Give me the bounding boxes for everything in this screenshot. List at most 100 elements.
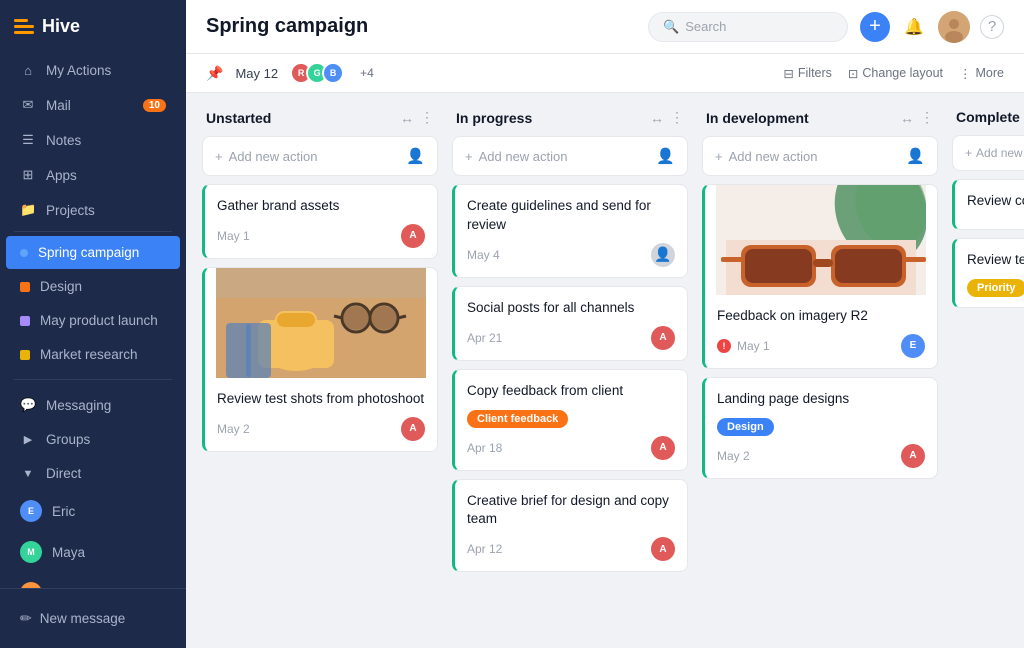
card-avatar: A bbox=[901, 444, 925, 468]
add-icon: + bbox=[465, 149, 473, 164]
notifications-button[interactable]: 🔔 bbox=[900, 13, 928, 41]
add-icon: + bbox=[215, 149, 223, 164]
card-title: Social posts for all channels bbox=[467, 299, 675, 318]
sidebar-item-label: Groups bbox=[46, 432, 90, 447]
sidebar-item-spring-campaign[interactable]: Spring campaign bbox=[6, 236, 180, 269]
card-title: Creative brief for design and copy team bbox=[467, 492, 675, 530]
new-message-button[interactable]: ✏ New message bbox=[8, 601, 178, 636]
card-title: Gather brand assets bbox=[217, 197, 425, 216]
sidebar-item-market-research[interactable]: Market research bbox=[6, 338, 180, 371]
filters-button[interactable]: ⊟ Filters bbox=[783, 66, 832, 81]
new-message-label: New message bbox=[40, 611, 126, 626]
card-body: Creative brief for design and copy team … bbox=[455, 480, 687, 572]
card-date: May 2 bbox=[717, 449, 750, 463]
column-header: Unstarted ↔ ⋮ bbox=[202, 109, 438, 136]
add-action-label: Add new action bbox=[729, 149, 818, 164]
column-complete: Complete + Add new a... Review co... Rev… bbox=[952, 109, 1024, 632]
card-copy-feedback[interactable]: Copy feedback from client Client feedbac… bbox=[452, 369, 688, 471]
sidebar-item-label: My Actions bbox=[46, 63, 111, 78]
sidebar-item-jonathan[interactable]: J Jonathan bbox=[6, 573, 180, 588]
mail-icon: ✉ bbox=[20, 97, 36, 113]
add-action-button[interactable]: + Add new action 👤 bbox=[452, 136, 688, 176]
card-footer: May 1 A bbox=[217, 224, 425, 248]
sidebar-item-projects[interactable]: 📁 Projects bbox=[6, 193, 180, 227]
subbar-actions: ⊟ Filters ⊡ Change layout ⋮ More bbox=[783, 66, 1004, 81]
collaborator-avatar: B bbox=[322, 62, 344, 84]
priority-badge: Priority bbox=[967, 279, 1024, 297]
search-box[interactable]: 🔍 Search bbox=[648, 12, 848, 42]
sidebar-item-label: Maya bbox=[52, 545, 85, 560]
search-icon: 🔍 bbox=[663, 19, 679, 35]
card-creative-brief[interactable]: Creative brief for design and copy team … bbox=[452, 479, 688, 573]
card-review-co[interactable]: Review co... bbox=[952, 179, 1024, 230]
add-icon: + bbox=[715, 149, 723, 164]
card-title: Feedback on imagery R2 bbox=[717, 307, 925, 326]
subbar: 📌 May 12 R G B +4 ⊟ Filters ⊡ Change lay… bbox=[186, 54, 1024, 93]
add-action-button[interactable]: + Add new a... bbox=[952, 135, 1024, 171]
more-button[interactable]: ⋮ More bbox=[959, 66, 1004, 81]
column-menu-icon[interactable]: ⋮ bbox=[670, 109, 684, 126]
expand-icon[interactable]: ↔ bbox=[400, 110, 414, 126]
add-action-button[interactable]: + Add new action 👤 bbox=[202, 136, 438, 176]
column-header: In development ↔ ⋮ bbox=[702, 109, 938, 136]
card-body: Social posts for all channels Apr 21 A bbox=[455, 287, 687, 360]
sidebar-item-messaging[interactable]: 💬 Messaging bbox=[6, 388, 180, 422]
add-button[interactable]: + bbox=[860, 12, 890, 42]
expand-icon[interactable]: ↔ bbox=[900, 110, 914, 126]
card-feedback-imagery[interactable]: Feedback on imagery R2 ! May 1 E bbox=[702, 184, 938, 369]
sidebar-bottom: ✏ New message bbox=[0, 588, 186, 648]
column-menu-icon[interactable]: ⋮ bbox=[420, 109, 434, 126]
sidebar-item-maya[interactable]: M Maya bbox=[6, 532, 180, 572]
expand-icon[interactable]: ↔ bbox=[650, 110, 664, 126]
user-avatar[interactable] bbox=[938, 11, 970, 43]
add-action-label: Add new action bbox=[229, 149, 318, 164]
change-layout-button[interactable]: ⊡ Change layout bbox=[848, 66, 943, 81]
help-button[interactable]: ? bbox=[980, 15, 1004, 39]
add-icon: + bbox=[965, 146, 972, 160]
sidebar-item-direct[interactable]: ▼ Direct bbox=[6, 457, 180, 490]
topbar-actions: + 🔔 ? bbox=[860, 11, 1004, 43]
card-date: May 1 bbox=[737, 339, 770, 353]
avatar-image bbox=[938, 11, 970, 43]
card-landing-page[interactable]: Landing page designs Design May 2 A bbox=[702, 377, 938, 479]
sidebar-item-label: Projects bbox=[46, 203, 95, 218]
card-date: Apr 21 bbox=[467, 331, 502, 345]
sidebar-item-label: Direct bbox=[46, 466, 81, 481]
sidebar-item-may-product-launch[interactable]: May product launch bbox=[6, 304, 180, 337]
sidebar-item-my-actions[interactable]: ⌂ My Actions bbox=[6, 54, 180, 87]
avatar-jonathan: J bbox=[20, 582, 42, 588]
sidebar-item-design[interactable]: Design bbox=[6, 270, 180, 303]
sunglasses-image bbox=[716, 185, 926, 295]
column-menu-icon[interactable]: ⋮ bbox=[920, 109, 934, 126]
person-icon: 👤 bbox=[406, 147, 425, 165]
filters-label: Filters bbox=[798, 66, 832, 80]
client-feedback-badge: Client feedback bbox=[467, 410, 568, 428]
sidebar-item-eric[interactable]: E Eric bbox=[6, 491, 180, 531]
sidebar-item-label: Apps bbox=[46, 168, 77, 183]
card-footer: Apr 18 A bbox=[467, 436, 675, 460]
person-icon: 👤 bbox=[906, 147, 925, 165]
card-gather-brand-assets[interactable]: Gather brand assets May 1 A bbox=[202, 184, 438, 259]
card-review-test-shots[interactable]: Review test shots from photoshoot May 2 … bbox=[202, 267, 438, 452]
sidebar-item-notes[interactable]: ☰ Notes bbox=[6, 123, 180, 157]
kanban-board: Unstarted ↔ ⋮ + Add new action 👤 Gather … bbox=[186, 93, 1024, 648]
sidebar-item-label: Mail bbox=[46, 98, 71, 113]
card-social-posts[interactable]: Social posts for all channels Apr 21 A bbox=[452, 286, 688, 361]
project-dot bbox=[20, 249, 28, 257]
chevron-right-icon: ▶ bbox=[20, 433, 36, 446]
card-create-guidelines[interactable]: Create guidelines and send for review Ma… bbox=[452, 184, 688, 278]
add-action-button[interactable]: + Add new action 👤 bbox=[702, 136, 938, 176]
messaging-icon: 💬 bbox=[20, 397, 36, 413]
layout-icon: ⊡ bbox=[848, 66, 858, 81]
mail-badge: 10 bbox=[143, 99, 166, 112]
card-body: Landing page designs Design May 2 A bbox=[705, 378, 937, 478]
sidebar-item-apps[interactable]: ⊞ Apps bbox=[6, 158, 180, 192]
card-title: Review test shots from photoshoot bbox=[217, 390, 425, 409]
sidebar-item-mail[interactable]: ✉ Mail 10 bbox=[6, 88, 180, 122]
card-date: May 2 bbox=[217, 422, 250, 436]
sidebar-item-label: May product launch bbox=[40, 313, 158, 328]
sidebar-item-groups[interactable]: ▶ Groups bbox=[6, 423, 180, 456]
card-image bbox=[705, 185, 937, 295]
sidebar: Hive ⌂ My Actions ✉ Mail 10 ☰ Notes ⊞ Ap… bbox=[0, 0, 186, 648]
card-review-te[interactable]: Review te... Priority bbox=[952, 238, 1024, 308]
